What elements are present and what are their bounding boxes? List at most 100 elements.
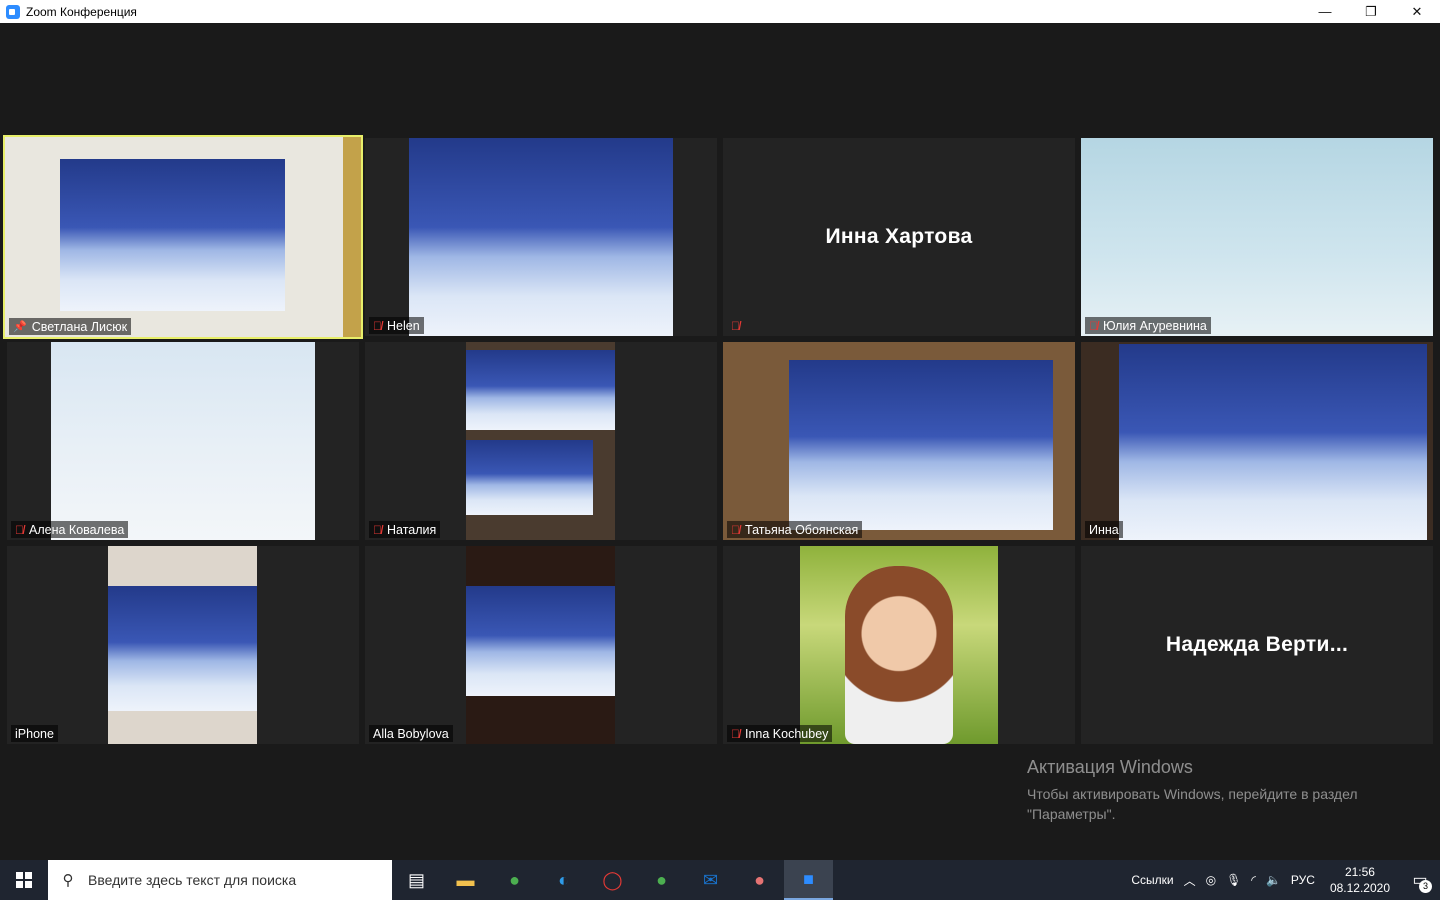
- task-view-icon[interactable]: ▤: [392, 860, 441, 900]
- drawing-image: [466, 350, 615, 430]
- participant-tile[interactable]: 🎙̸ Наталия: [365, 342, 717, 540]
- participant-nameplate: 🎙̸ Алена Ковалева: [11, 521, 129, 538]
- network-icon[interactable]: ◜: [1246, 873, 1261, 887]
- file-explorer-icon[interactable]: ▬: [441, 860, 490, 900]
- participant-tile[interactable]: Инна Хартова 🎙̸: [723, 138, 1075, 336]
- participant-nameplate: 🎙̸: [727, 317, 749, 334]
- muted-mic-icon: 🎙̸: [731, 726, 740, 741]
- drawing-image: [409, 138, 673, 336]
- participant-video: [409, 138, 673, 336]
- participant-nameplate: 🎙̸ Наталия: [369, 521, 441, 538]
- participant-name: Alla Bobylova: [373, 726, 449, 741]
- participant-video: [1081, 138, 1433, 336]
- links-toolbar[interactable]: Ссылки: [1126, 873, 1178, 887]
- participant-nameplate: 📌 Светлана Лисюк: [9, 318, 132, 335]
- participant-name: Алена Ковалева: [29, 522, 125, 537]
- window-title: Zoom Конференция: [26, 4, 137, 19]
- notification-count-badge: 3: [1419, 880, 1432, 893]
- system-tray: Ссылки ︿ ◎ 🎙 ◜ 🔈 РУС 21:56 08.12.2020 ▭ …: [1126, 860, 1440, 900]
- participant-name: Helen: [387, 318, 420, 333]
- participant-video: [466, 342, 615, 540]
- participant-tile[interactable]: 🎙̸ Алена Ковалева: [7, 342, 359, 540]
- participant-nameplate: iPhone: [11, 725, 58, 742]
- gallery-view: 📌 Светлана Лисюк 🎙̸ Helen Инна Хартова 🎙…: [0, 23, 1440, 858]
- minimize-button[interactable]: —: [1302, 0, 1348, 23]
- language-indicator[interactable]: РУС: [1286, 873, 1320, 887]
- participant-display-name: Надежда Верти...: [1165, 633, 1349, 656]
- muted-mic-icon: 🎙̸: [1089, 318, 1098, 333]
- notification-center-button[interactable]: ▭ 3: [1400, 860, 1440, 900]
- chevron-up-icon[interactable]: ︿: [1179, 872, 1201, 889]
- participant-nameplate: Инна: [1085, 521, 1123, 538]
- participant-tile[interactable]: iPhone: [7, 546, 359, 744]
- edge-icon[interactable]: ◐: [539, 860, 588, 900]
- participant-nameplate: 🎙̸ Inna Kochubey: [727, 725, 833, 742]
- participant-name: Инна: [1089, 522, 1119, 537]
- start-button[interactable]: [0, 860, 48, 900]
- participant-tile[interactable]: 🎙̸ Юлия Агуревнина: [1081, 138, 1433, 336]
- drawing-image: [60, 159, 285, 311]
- windows-taskbar: ⚲ Введите здесь текст для поиска ▤ ▬ ● ◐…: [0, 860, 1440, 900]
- microphone-icon[interactable]: 🎙: [1221, 873, 1246, 887]
- windows-logo-icon: [16, 872, 32, 888]
- participant-display-name: Инна Хартова: [825, 225, 973, 248]
- opera-icon[interactable]: ◯: [588, 860, 637, 900]
- participant-nameplate: 🎙̸ Юлия Агуревнина: [1085, 317, 1211, 334]
- pin-icon: 📌: [13, 321, 27, 333]
- clock-time: 21:56: [1344, 865, 1375, 879]
- participant-nameplate: 🎙̸ Helen: [369, 317, 424, 334]
- muted-mic-icon: 🎙̸: [15, 522, 24, 537]
- activation-line1: Чтобы активировать Windows, перейдите в …: [1027, 786, 1358, 802]
- participant-tile[interactable]: 🎙̸ Inna Kochubey: [723, 546, 1075, 744]
- participant-video: [466, 546, 615, 744]
- participant-tile[interactable]: Alla Bobylova: [365, 546, 717, 744]
- chrome-icon[interactable]: ●: [490, 860, 539, 900]
- muted-mic-icon: 🎙̸: [731, 318, 740, 333]
- participant-name: Наталия: [387, 522, 437, 537]
- drawing-image: [466, 440, 593, 515]
- participant-video: [51, 342, 315, 540]
- drawing-image: [466, 586, 615, 696]
- participant-tile[interactable]: Инна: [1081, 342, 1433, 540]
- participant-name: Светлана Лисюк: [31, 319, 128, 334]
- muted-mic-icon: 🎙̸: [731, 522, 740, 537]
- drawing-image: [51, 342, 315, 540]
- video-edge: [343, 137, 361, 337]
- outlook-icon[interactable]: ✉: [686, 860, 735, 900]
- zoom-app-icon: [6, 4, 20, 19]
- participant-tile[interactable]: 🎙̸ Helen: [365, 138, 717, 336]
- participant-name: Татьяна Обоянская: [745, 522, 859, 537]
- close-button[interactable]: ✕: [1394, 0, 1440, 23]
- activation-line2: "Параметры".: [1027, 806, 1116, 822]
- muted-mic-icon: 🎙̸: [373, 318, 382, 333]
- zoom-taskbar-icon[interactable]: ■: [784, 860, 833, 900]
- volume-icon[interactable]: 🔈: [1261, 873, 1286, 887]
- meet-now-icon[interactable]: ◎: [1201, 873, 1221, 887]
- clock[interactable]: 21:56 08.12.2020: [1320, 864, 1400, 896]
- participant-video: [108, 546, 257, 744]
- drawing-image: [108, 586, 257, 711]
- windows-activation-watermark: Активация Windows Чтобы активировать Win…: [1027, 757, 1358, 824]
- participant-nameplate: Alla Bobylova: [369, 725, 453, 742]
- participant-video: [800, 546, 998, 744]
- search-placeholder: Введите здесь текст для поиска: [88, 872, 297, 888]
- taskbar-search-box[interactable]: ⚲ Введите здесь текст для поиска: [48, 860, 392, 900]
- participant-photo: [845, 566, 953, 744]
- participant-name: Юлия Агуревнина: [1103, 318, 1207, 333]
- search-icon: ⚲: [62, 872, 74, 889]
- clock-date: 08.12.2020: [1329, 881, 1390, 895]
- muted-mic-icon: 🎙̸: [373, 522, 382, 537]
- title-bar: Zoom Конференция — ❐ ✕: [0, 0, 1440, 23]
- chrome-profile2-icon[interactable]: ●: [735, 860, 784, 900]
- activation-title: Активация Windows: [1027, 757, 1193, 777]
- participant-tile[interactable]: Надежда Верти...: [1081, 546, 1433, 744]
- restore-button[interactable]: ❐: [1348, 0, 1394, 23]
- participant-tile[interactable]: 🎙̸ Татьяна Обоянская: [723, 342, 1075, 540]
- chrome-profile-icon[interactable]: ●: [637, 860, 686, 900]
- participant-name: Inna Kochubey: [745, 726, 829, 741]
- drawing-image: [1081, 138, 1433, 336]
- participant-name: iPhone: [15, 726, 54, 741]
- drawing-image: [1119, 344, 1427, 540]
- participant-tile[interactable]: 📌 Светлана Лисюк: [3, 135, 363, 339]
- drawing-image: [789, 360, 1053, 530]
